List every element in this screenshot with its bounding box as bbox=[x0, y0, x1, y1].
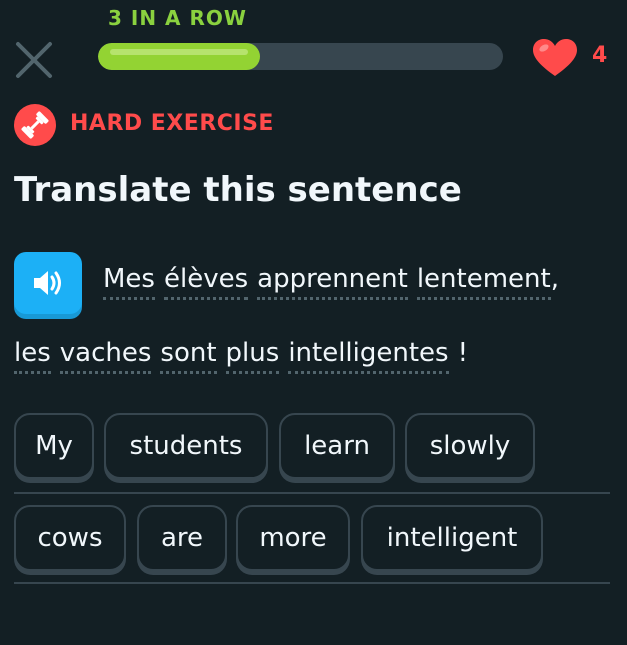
close-icon bbox=[16, 42, 52, 78]
answer-line-2 bbox=[14, 582, 610, 584]
close-button[interactable] bbox=[12, 38, 56, 82]
hard-exercise-label: HARD EXERCISE bbox=[70, 111, 274, 136]
prompt-word[interactable]: apprennent bbox=[257, 264, 408, 300]
progress-bar-shine bbox=[110, 49, 248, 55]
answer-tile[interactable]: are bbox=[137, 505, 227, 571]
answer-line-1 bbox=[14, 492, 610, 494]
prompt-sentence-line-1: Mes élèves apprennent lentement, bbox=[103, 264, 559, 300]
hearts-count: 4 bbox=[592, 43, 608, 68]
play-audio-button[interactable] bbox=[14, 252, 82, 314]
prompt-punctuation: , bbox=[550, 264, 559, 294]
prompt-word[interactable]: sont bbox=[160, 338, 217, 374]
prompt-punctuation: ! bbox=[457, 338, 469, 368]
page-title: Translate this sentence bbox=[14, 170, 462, 210]
prompt-word[interactable]: les bbox=[14, 338, 51, 374]
answer-tile[interactable]: cows bbox=[14, 505, 126, 571]
answer-tile[interactable]: slowly bbox=[405, 413, 535, 479]
dumbbell-icon bbox=[21, 111, 49, 139]
progress-bar bbox=[98, 43, 503, 70]
hard-exercise-badge bbox=[14, 104, 56, 146]
prompt-word[interactable]: vaches bbox=[59, 338, 152, 374]
prompt-word[interactable]: élèves bbox=[163, 264, 249, 300]
prompt-word[interactable]: intelligentes bbox=[288, 338, 449, 374]
speaker-icon bbox=[34, 271, 61, 295]
prompt-sentence-line-2: les vaches sont plus intelligentes! bbox=[14, 338, 468, 374]
prompt-word[interactable]: plus bbox=[225, 338, 280, 374]
streak-label: 3 IN A ROW bbox=[108, 6, 247, 30]
prompt-word[interactable]: Mes bbox=[103, 264, 155, 300]
answer-tile[interactable]: more bbox=[236, 505, 350, 571]
answer-tile[interactable]: learn bbox=[279, 413, 395, 479]
prompt-word[interactable]: lentement bbox=[416, 264, 551, 300]
heart-icon bbox=[533, 39, 577, 76]
answer-tile[interactable]: students bbox=[104, 413, 268, 479]
progress-bar-fill bbox=[98, 43, 260, 70]
lesson-screen: 3 IN A ROW 4 HARD EXERCISE Translate thi… bbox=[0, 0, 627, 645]
answer-tile[interactable]: My bbox=[14, 413, 94, 479]
answer-tile[interactable]: intelligent bbox=[361, 505, 543, 571]
